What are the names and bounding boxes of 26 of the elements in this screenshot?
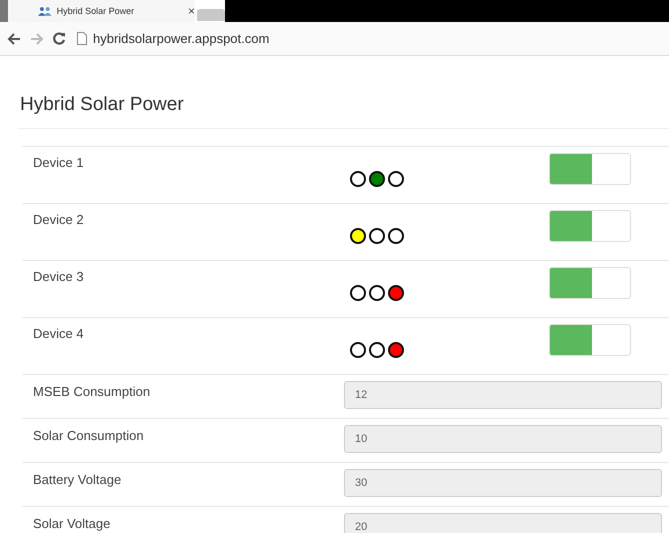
people-icon	[38, 6, 52, 16]
reading-label: Battery Voltage	[32, 471, 122, 489]
reading-field[interactable]: 10	[344, 425, 662, 453]
reading-field[interactable]: 30	[344, 469, 662, 497]
back-icon[interactable]	[7, 32, 21, 44]
toggle-switch[interactable]	[549, 324, 631, 356]
device-name: Device 3	[32, 268, 85, 286]
reading-field[interactable]: 12	[344, 381, 662, 409]
toggle-switch[interactable]	[549, 267, 631, 299]
reading-label: MSEB Consumption	[32, 383, 152, 401]
browser-tab[interactable]: Hybrid Solar Power ×	[0, 0, 195, 22]
reading-label: Solar Consumption	[32, 427, 145, 445]
toggle-switch[interactable]	[549, 153, 631, 185]
device-name: Device 4	[32, 325, 85, 343]
address-bar[interactable]: hybridsolarpower.appspot.com	[77, 31, 270, 46]
device-name: Device 1	[32, 154, 85, 172]
reading-field[interactable]: 20	[344, 513, 662, 533]
close-tab-button[interactable]: ×	[188, 4, 195, 18]
forward-icon[interactable]	[30, 32, 44, 44]
reading-label: Solar Voltage	[32, 515, 112, 533]
page-icon	[77, 32, 87, 45]
device-name: Device 2	[32, 211, 85, 229]
toggle-switch[interactable]	[549, 210, 631, 242]
tab-title: Hybrid Solar Power	[56, 6, 136, 16]
page-title: Hybrid Solar Power	[19, 93, 185, 117]
reload-icon[interactable]	[53, 32, 66, 45]
